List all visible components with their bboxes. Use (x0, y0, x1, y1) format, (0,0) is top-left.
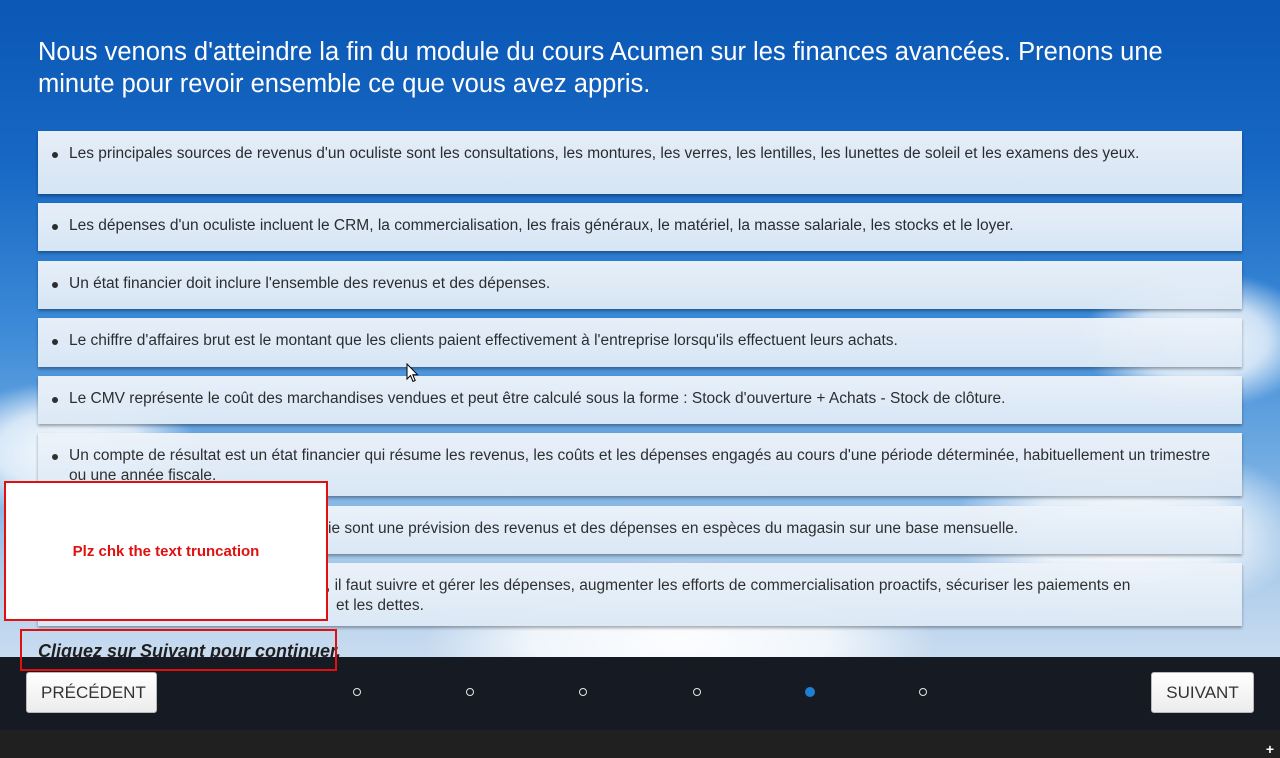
bullet-icon (52, 224, 58, 230)
bottom-strip: + (0, 730, 1280, 758)
summary-item: Les principales sources de revenus d'un … (38, 131, 1242, 194)
bullet-icon (52, 397, 58, 403)
summary-item: Un état financier doit inclure l'ensembl… (38, 261, 1242, 309)
summary-item-text: Le chiffre d'affaires brut est le montan… (69, 332, 898, 349)
progress-dot[interactable] (693, 688, 701, 696)
slide-title: Nous venons d'atteindre la fin du module… (38, 38, 1163, 98)
resize-grip-icon[interactable]: + (1266, 742, 1274, 756)
review-comment-text: Plz chk the text truncation (72, 542, 260, 560)
summary-item: Le chiffre d'affaires brut est le montan… (38, 318, 1242, 367)
progress-dot[interactable] (919, 688, 927, 696)
summary-item: Les dépenses d'un oculiste incluent le C… (38, 203, 1242, 251)
summary-item-text: , il faut suivre et gérer les dépenses, … (326, 577, 1131, 594)
summary-item-text: Les principales sources de revenus d'un … (69, 145, 1140, 162)
next-button[interactable]: SUIVANT (1151, 672, 1254, 713)
bullet-icon (52, 454, 58, 460)
progress-dot[interactable] (579, 688, 587, 696)
previous-button[interactable]: PRÉCÉDENT (26, 672, 157, 713)
mouse-cursor-icon (406, 363, 419, 383)
summary-item-text: Les dépenses d'un oculiste incluent le C… (69, 217, 1014, 234)
course-player: Nous venons d'atteindre la fin du module… (0, 0, 1280, 758)
summary-item-text: Le CMV représente le coût des marchandis… (69, 390, 1006, 407)
bullet-icon (52, 339, 58, 345)
summary-item-text: et les dettes. (336, 597, 424, 614)
slide-stage: Nous venons d'atteindre la fin du module… (0, 0, 1280, 657)
summary-item: Le CMV représente le coût des marchandis… (38, 376, 1242, 424)
summary-item-text: ie sont une prévision des revenus et des… (328, 520, 1019, 537)
summary-item-text: Un état financier doit inclure l'ensembl… (69, 275, 551, 292)
progress-dot[interactable] (353, 688, 361, 696)
bullet-icon (52, 152, 58, 158)
review-highlight-box (20, 629, 337, 671)
bullet-icon (52, 282, 58, 288)
review-comment-box: Plz chk the text truncation (4, 481, 328, 621)
progress-dot-active[interactable] (805, 687, 815, 697)
summary-item-text: Un compte de résultat est un état financ… (69, 447, 1211, 484)
progress-dot[interactable] (466, 688, 474, 696)
